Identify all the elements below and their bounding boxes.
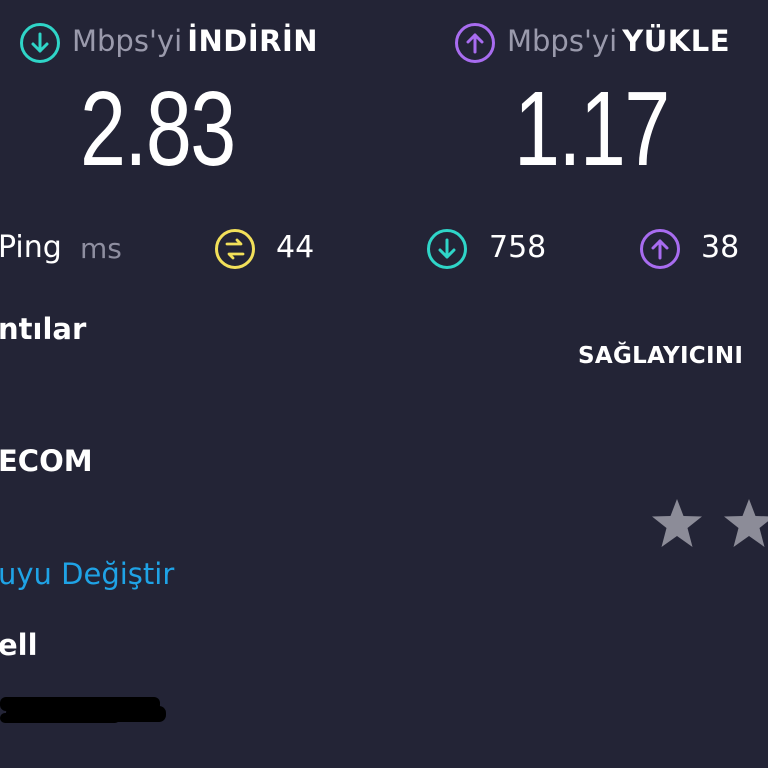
download-latency-icon [427,229,467,269]
upload-speed-value: 1.17 [514,70,670,188]
upload-header: Mbps'yi YÜKLE [507,24,730,58]
upload-label: YÜKLE [622,24,731,58]
download-speed-value: 2.83 [80,70,236,188]
download-arrow-icon [20,23,60,63]
download-label: İNDİRİN [187,24,319,58]
download-latency-value: 758 [489,230,547,265]
change-server-link[interactable]: uyu Değiştir [0,557,174,591]
upload-arrow-icon [455,23,495,63]
ping-unit: ms [80,232,122,265]
rating-star-2[interactable] [722,497,768,549]
upload-unit: Mbps'yi [507,24,618,58]
server-name: ell [0,628,38,662]
connections-heading: ntılar [0,312,87,346]
download-header: Mbps'yi İNDİRİN [72,24,318,58]
rating-star-1[interactable] [650,497,704,549]
download-unit: Mbps'yi [72,24,183,58]
ping-label: Ping [0,230,62,265]
jitter-icon [215,229,255,269]
rate-provider-prompt: SAĞLAYICINI [578,343,744,369]
speedtest-results-panel: Mbps'yi İNDİRİN 2.83 Mbps'yi YÜKLE 1.17 … [0,0,768,768]
provider-name: ECOM [0,444,93,478]
upload-latency-value: 38 [701,230,740,265]
jitter-value: 44 [276,230,315,265]
upload-latency-icon [640,229,680,269]
